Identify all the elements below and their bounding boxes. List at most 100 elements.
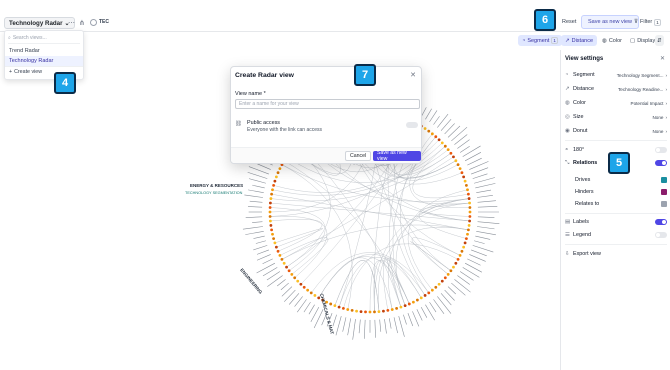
radar-item-dot[interactable] xyxy=(407,302,411,306)
radar-item-dot[interactable] xyxy=(313,294,317,297)
panel-toggle-icon[interactable]: ⇵ xyxy=(655,35,664,46)
radar-item-dot[interactable] xyxy=(458,253,462,257)
radar-item-dot[interactable] xyxy=(443,144,447,148)
radar-item-dot[interactable] xyxy=(274,245,278,249)
radar-item-dot[interactable] xyxy=(468,206,472,209)
save-as-new-view-button[interactable]: Save as new view xyxy=(581,15,640,29)
radar-item-dot[interactable] xyxy=(278,253,282,257)
radar-item-dot[interactable] xyxy=(274,175,278,179)
radar-item-dot[interactable] xyxy=(302,285,306,289)
setting-segment[interactable]: ◔ Segment Technology Segment... › xyxy=(565,70,667,80)
radar-item-dot[interactable] xyxy=(293,276,297,280)
setting-distance[interactable]: ↗ Distance Technology Readine... › xyxy=(565,84,667,94)
radar-item-dot[interactable] xyxy=(427,129,431,133)
close-panel-icon[interactable]: ✕ xyxy=(660,55,665,62)
radar-item-dot[interactable] xyxy=(430,132,434,136)
setting-size[interactable]: ◎ Size None › xyxy=(565,112,667,122)
radar-item-dot[interactable] xyxy=(449,269,453,273)
radar-item-dot[interactable] xyxy=(462,245,466,249)
radar-item-dot[interactable] xyxy=(268,206,272,209)
export-view-button[interactable]: ⇩ Export view xyxy=(565,249,667,259)
distance-chip[interactable]: ↗ Distance xyxy=(561,35,598,46)
radar-item-dot[interactable] xyxy=(467,224,471,227)
radar-item-dot[interactable] xyxy=(454,159,458,163)
radar-item-dot[interactable] xyxy=(440,279,444,283)
radar-item-dot[interactable] xyxy=(282,261,286,265)
drives-swatch[interactable] xyxy=(661,177,667,183)
radar-item-dot[interactable] xyxy=(346,308,350,311)
radar-item-dot[interactable] xyxy=(463,241,467,245)
close-icon[interactable]: ✕ xyxy=(410,71,416,79)
radar-item-dot[interactable] xyxy=(309,291,313,295)
views-search-input[interactable]: ⌕ Search views... xyxy=(8,33,80,44)
radar-item-dot[interactable] xyxy=(464,237,468,241)
setting-labels[interactable]: ▤ Labels xyxy=(565,217,667,227)
toggle-180[interactable] xyxy=(655,147,667,153)
radar-item-dot[interactable] xyxy=(276,249,280,253)
radar-item-dot[interactable] xyxy=(460,171,464,175)
radar-item-dot[interactable] xyxy=(337,305,341,309)
radar-item-dot[interactable] xyxy=(460,249,464,253)
radar-item-dot[interactable] xyxy=(333,304,337,308)
radar-item-dot[interactable] xyxy=(287,269,291,273)
radar-item-dot[interactable] xyxy=(467,197,471,200)
radar-item-dot[interactable] xyxy=(270,228,274,232)
radar-item-dot[interactable] xyxy=(434,135,438,139)
radar-item-dot[interactable] xyxy=(382,309,385,313)
radar-item-dot[interactable] xyxy=(272,237,276,241)
radar-item-dot[interactable] xyxy=(456,163,460,167)
radar-item-dot[interactable] xyxy=(276,171,280,175)
radar-item-dot[interactable] xyxy=(449,151,453,155)
radar-item-dot[interactable] xyxy=(306,288,310,292)
radar-item-dot[interactable] xyxy=(452,265,455,269)
hinders-swatch[interactable] xyxy=(661,189,667,195)
radar-item-dot[interactable] xyxy=(329,302,333,306)
radar-item-dot[interactable] xyxy=(280,257,284,261)
radar-item-dot[interactable] xyxy=(403,304,407,308)
filter-button[interactable]: ⊽ Filter 1 xyxy=(634,16,661,28)
tec-badge[interactable]: TEC xyxy=(90,17,109,27)
toggle-relations[interactable] xyxy=(655,160,667,166)
radar-item-dot[interactable] xyxy=(463,179,467,183)
cancel-button[interactable]: Cancel xyxy=(345,151,372,161)
radar-item-dot[interactable] xyxy=(419,296,423,300)
radar-item-dot[interactable] xyxy=(468,219,471,223)
radar-item-dot[interactable] xyxy=(437,138,441,142)
radar-item-dot[interactable] xyxy=(269,224,273,227)
radar-item-dot[interactable] xyxy=(268,215,272,218)
radar-item-dot[interactable] xyxy=(452,155,455,159)
view-item-technology-radar[interactable]: Technology Radar xyxy=(5,56,83,66)
radar-item-dot[interactable] xyxy=(285,265,288,269)
radar-item-dot[interactable] xyxy=(299,282,303,286)
radar-item-dot[interactable] xyxy=(466,228,470,232)
radar-item-dot[interactable] xyxy=(273,179,277,183)
radar-item-dot[interactable] xyxy=(278,167,282,171)
public-access-toggle[interactable] xyxy=(406,122,418,128)
radar-item-dot[interactable] xyxy=(364,310,367,314)
setting-legend[interactable]: ☰ Legend xyxy=(565,230,667,240)
radar-item-dot[interactable] xyxy=(423,127,427,130)
radar-item-dot[interactable] xyxy=(341,306,345,310)
radar-item-dot[interactable] xyxy=(415,298,419,302)
radar-item-dot[interactable] xyxy=(290,272,294,276)
radar-item-dot[interactable] xyxy=(269,219,272,223)
radar-item-dot[interactable] xyxy=(386,308,390,312)
radar-item-dot[interactable] xyxy=(296,279,300,283)
radar-item-dot[interactable] xyxy=(423,294,427,297)
toggle-legend[interactable] xyxy=(655,232,667,238)
modal-save-button[interactable]: Save as new view xyxy=(373,150,421,162)
radar-item-dot[interactable] xyxy=(454,261,458,265)
radar-item-dot[interactable] xyxy=(377,310,381,313)
reset-button[interactable]: Reset xyxy=(560,16,578,28)
toggle-labels[interactable] xyxy=(655,219,667,225)
radar-item-dot[interactable] xyxy=(270,192,274,196)
radar-item-dot[interactable] xyxy=(411,300,415,304)
radar-item-dot[interactable] xyxy=(271,188,274,192)
radar-item-dot[interactable] xyxy=(443,276,447,280)
radar-item-dot[interactable] xyxy=(273,241,277,245)
more-icon[interactable]: ⋯ xyxy=(68,19,75,27)
radar-item-dot[interactable] xyxy=(466,188,469,192)
radar-item-dot[interactable] xyxy=(395,306,399,310)
radar-item-dot[interactable] xyxy=(268,210,272,214)
color-chip[interactable]: ◍ Color xyxy=(598,35,626,46)
